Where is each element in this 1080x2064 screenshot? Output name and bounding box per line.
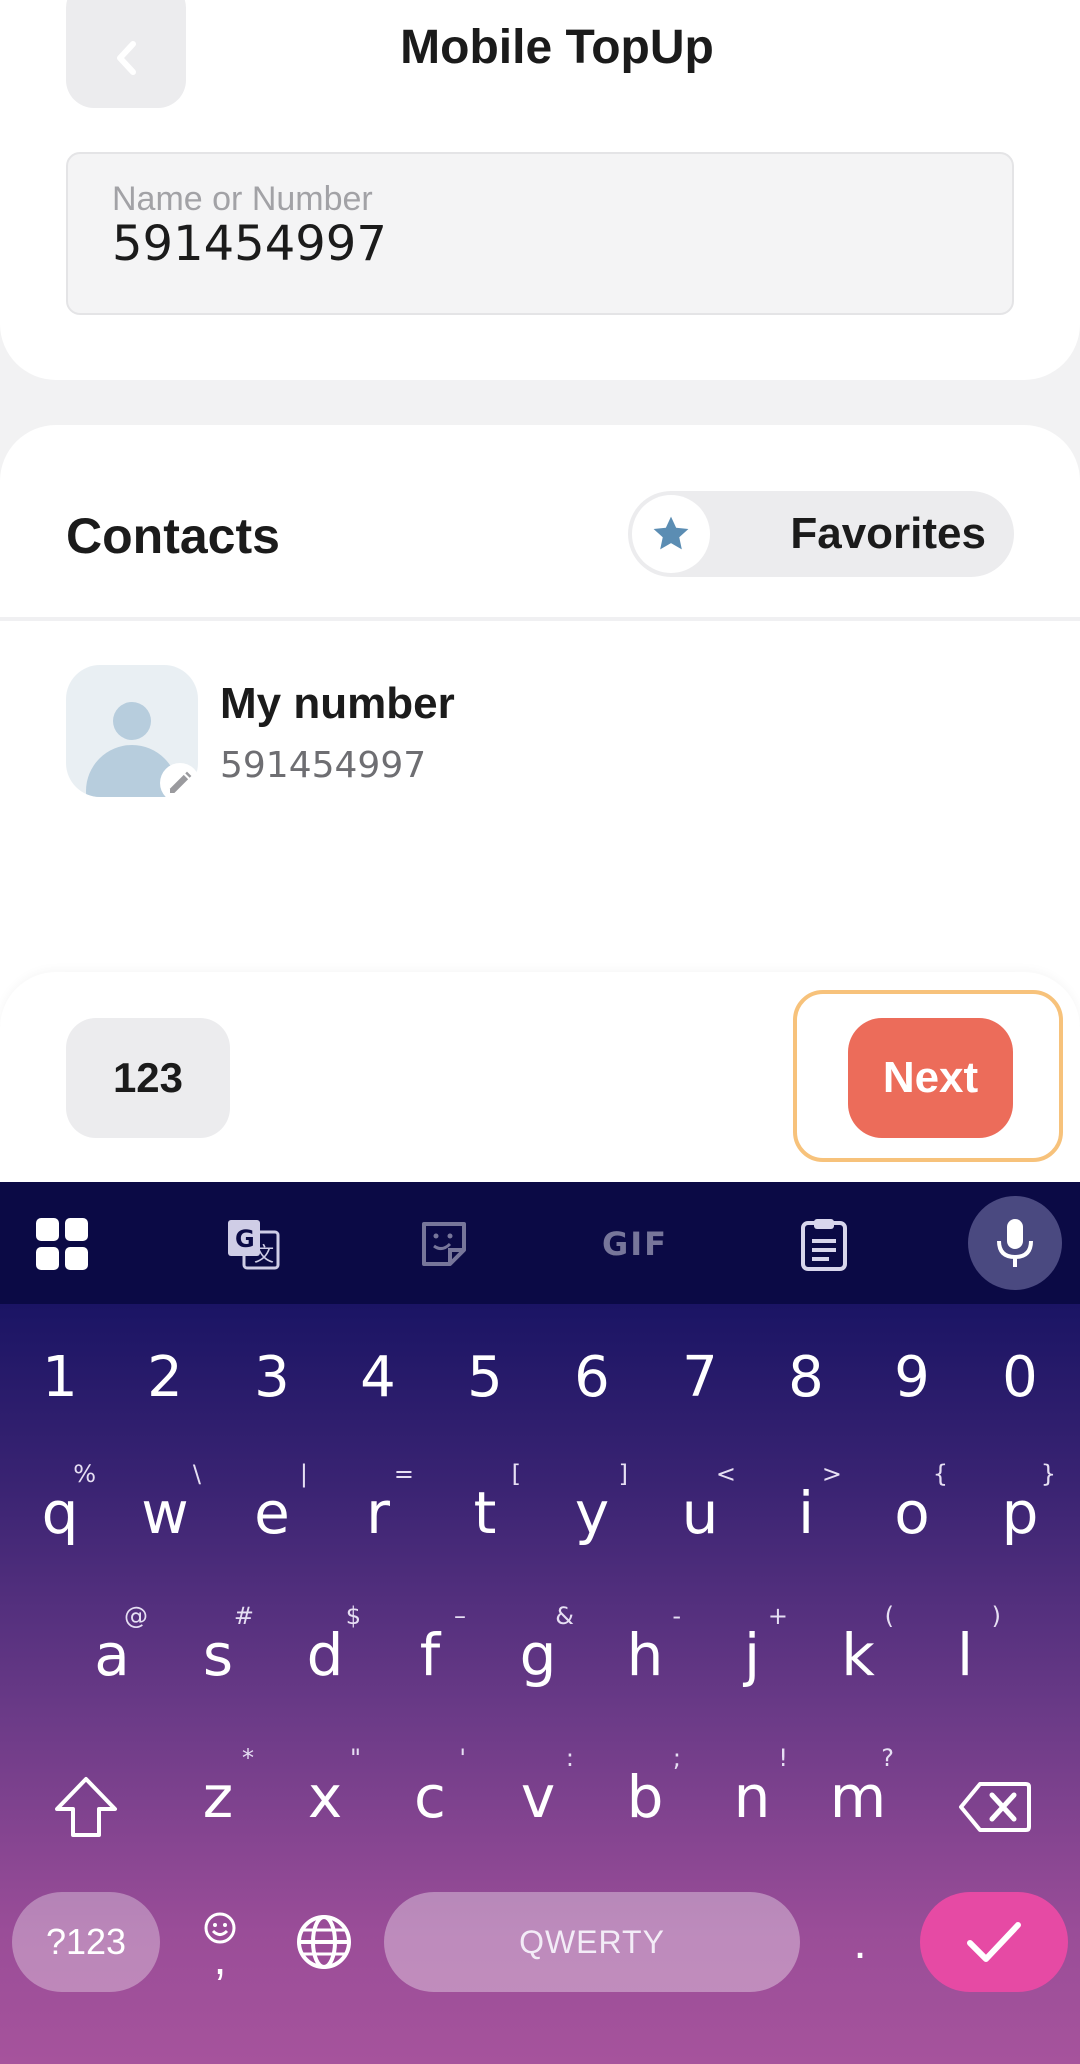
key-l[interactable]: l) (915, 1600, 1015, 1710)
letter-row-1: q% w \ e | r = t[ y] u < i > o{ p} (0, 1458, 1080, 1568)
action-bar: 123 Next (0, 972, 1080, 1182)
divider (0, 617, 1080, 621)
key-s[interactable]: s # (168, 1600, 268, 1710)
edit-contact-button[interactable] (160, 763, 200, 803)
backspace-icon (959, 1782, 1031, 1832)
check-icon (967, 1922, 1021, 1962)
shift-key[interactable] (36, 1752, 136, 1862)
key-0[interactable]: 0 (970, 1322, 1070, 1432)
translate-icon[interactable]: G 文 (222, 1212, 286, 1276)
contacts-title: Contacts (66, 508, 280, 564)
pencil-icon (170, 771, 192, 793)
soft-keyboard: G 文 GIF 1 2 3 4 5 6 7 8 9 0 q % w \ e | … (0, 1182, 1080, 2064)
key-o[interactable]: o{ (862, 1458, 962, 1568)
space-key[interactable]: QWERTY (384, 1892, 800, 1992)
clipboard-icon[interactable] (792, 1212, 856, 1276)
number-row: 1 2 3 4 5 6 7 8 9 0 (0, 1322, 1080, 1432)
key-c[interactable]: c ' (380, 1742, 480, 1852)
header-card: Mobile TopUp Name or Number 591454997 (0, 0, 1080, 380)
star-icon (653, 516, 689, 550)
key-9[interactable]: 9 (862, 1322, 962, 1432)
apps-grid-icon[interactable] (30, 1212, 94, 1276)
key-z[interactable]: z * (168, 1742, 268, 1852)
key-i[interactable]: i > (756, 1458, 856, 1568)
comma-key[interactable]: , (180, 1892, 260, 1992)
favorites-knob (632, 495, 710, 573)
symbols-key[interactable]: ?123 (12, 1892, 160, 1992)
key-6[interactable]: 6 (542, 1322, 642, 1432)
mic-button[interactable] (968, 1196, 1062, 1290)
gif-label: GIF (601, 1225, 669, 1263)
key-j[interactable]: j + (702, 1600, 802, 1710)
numeric-keyboard-button[interactable]: 123 (66, 1018, 230, 1138)
next-button[interactable]: Next (848, 1018, 1013, 1138)
key-5[interactable]: 5 (435, 1322, 535, 1432)
search-label: Name or Number (112, 180, 373, 218)
key-e[interactable]: e | (222, 1458, 322, 1568)
mic-icon (997, 1219, 1033, 1267)
favorites-toggle[interactable]: Favorites (628, 491, 1014, 577)
key-a[interactable]: a @ (62, 1600, 162, 1710)
key-4[interactable]: 4 (328, 1322, 428, 1432)
key-7[interactable]: 7 (650, 1322, 750, 1432)
shift-icon (55, 1777, 117, 1837)
key-1[interactable]: 1 (10, 1322, 110, 1432)
key-n[interactable]: n! (702, 1742, 802, 1852)
key-x[interactable]: x " (275, 1742, 375, 1852)
favorites-label: Favorites (790, 509, 986, 558)
key-r[interactable]: r = (328, 1458, 428, 1568)
svg-text:文: 文 (254, 1242, 274, 1266)
key-u[interactable]: u < (650, 1458, 750, 1568)
contact-item[interactable]: My number 591454997 (0, 665, 1080, 805)
key-w[interactable]: w \ (115, 1458, 215, 1568)
keyboard-toolbar: G 文 GIF (0, 1182, 1080, 1304)
comma-label: , (213, 1932, 227, 1985)
key-v[interactable]: v: (488, 1742, 588, 1852)
key-b[interactable]: b; (595, 1742, 695, 1852)
contacts-section: Contacts Favorites My number 591454997 (0, 425, 1080, 1025)
contact-name: My number (220, 679, 455, 728)
key-m[interactable]: m? (808, 1742, 908, 1852)
key-g[interactable]: g & (488, 1600, 588, 1710)
search-input[interactable]: Name or Number 591454997 (66, 152, 1014, 315)
key-f[interactable]: f – (380, 1600, 480, 1710)
page-title: Mobile TopUp (400, 21, 714, 74)
globe-icon (297, 1915, 351, 1969)
search-value[interactable]: 591454997 (112, 216, 387, 272)
contact-number: 591454997 (220, 745, 427, 786)
letter-row-3: z * x " c ' v: b; n! m? (0, 1742, 1080, 1852)
key-y[interactable]: y] (542, 1458, 642, 1568)
enter-key[interactable] (920, 1892, 1068, 1992)
key-p[interactable]: p} (970, 1458, 1070, 1568)
key-q[interactable]: q% (10, 1458, 110, 1568)
key-8[interactable]: 8 (756, 1322, 856, 1432)
key-2[interactable]: 2 (115, 1322, 215, 1432)
key-d[interactable]: d $ (275, 1600, 375, 1710)
key-h[interactable]: h- (595, 1600, 695, 1710)
backspace-key[interactable] (940, 1752, 1050, 1862)
letter-row-2: a @ s # d $ f – g & h- j + k( l) (0, 1600, 1080, 1710)
language-key[interactable] (284, 1892, 364, 1992)
gif-icon[interactable]: GIF (600, 1212, 670, 1276)
svg-text:G: G (235, 1225, 255, 1253)
key-t[interactable]: t[ (435, 1458, 535, 1568)
key-3[interactable]: 3 (222, 1322, 322, 1432)
sticker-icon[interactable] (412, 1212, 476, 1276)
key-k[interactable]: k( (808, 1600, 908, 1710)
period-key[interactable]: . (820, 1892, 900, 1992)
